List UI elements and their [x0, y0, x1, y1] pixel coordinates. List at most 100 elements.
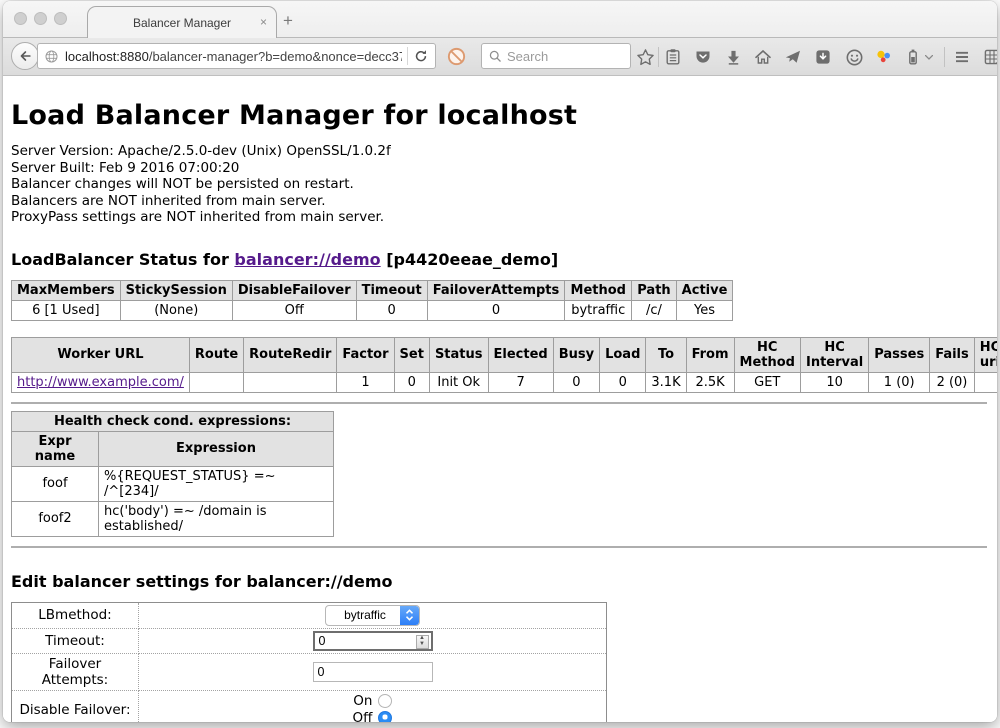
downloads-icon[interactable] [722, 46, 744, 68]
lbmethod-label: LBmethod: [12, 602, 139, 628]
new-tab-button[interactable]: + [283, 11, 293, 31]
cell-hc-method: GET [734, 372, 800, 392]
col-disablefailover: DisableFailover [232, 280, 356, 300]
reload-button[interactable] [413, 48, 429, 64]
worker-url-link[interactable]: http://www.example.com/ [17, 375, 184, 390]
pocket-icon[interactable] [692, 46, 714, 68]
battery-extension-icon[interactable] [902, 46, 924, 68]
server-info: Server Version: Apache/2.5.0-dev (Unix) … [11, 143, 989, 226]
cell-to: 3.1K [646, 372, 686, 392]
table-row: 6 [1 Used] (None) Off 0 0 bytraffic /c/ … [12, 300, 733, 320]
cell-failoverattempts: 0 [427, 300, 565, 320]
overflow-caret-icon[interactable] [922, 46, 936, 68]
number-stepper[interactable]: ▲▼ [416, 635, 429, 649]
cell-expression: %{REQUEST_STATUS} =~ /^[234]/ [99, 466, 334, 501]
cell-from: 2.5K [686, 372, 734, 392]
cell-hc-uri [974, 372, 997, 392]
horizontal-rule [11, 402, 987, 404]
col-expression: Expression [99, 431, 334, 466]
cell-stickysession: (None) [120, 300, 232, 320]
cell-expr-name: foof2 [12, 501, 99, 536]
worker-table: Worker URL Route RouteRedir Factor Set S… [11, 337, 997, 393]
radio-on-label: On [353, 693, 372, 709]
disable-failover-label: Disable Failover: [12, 690, 139, 722]
cell-disablefailover: Off [232, 300, 356, 320]
col-fails: Fails [930, 337, 975, 372]
search-bar[interactable]: Search [481, 43, 631, 69]
colored-dots-extension-icon[interactable] [873, 46, 895, 68]
url-text[interactable]: localhost:8880/balancer-manager?b=demo&n… [65, 49, 402, 64]
radio-off-label: Off [353, 710, 373, 722]
timeout-input[interactable]: 0 ▲▼ [313, 631, 433, 651]
radio-off[interactable] [378, 711, 392, 722]
balancer-settings-form: LBmethod: bytraffic Timeout: [11, 602, 607, 723]
window-minimize-button[interactable] [34, 12, 47, 25]
url-path: /balancer-manager?b=demo&nonce=decc37be-… [149, 49, 402, 64]
col-hc-from: From [686, 337, 734, 372]
lbmethod-select[interactable]: bytraffic [325, 605, 420, 626]
col-elected: Elected [488, 337, 553, 372]
worker-row: http://www.example.com/ 1 0 Init Ok 7 0 … [12, 372, 998, 392]
failover-attempts-value: 0 [318, 665, 325, 679]
smiley-extension-icon[interactable] [843, 46, 865, 68]
col-factor: Factor [337, 337, 394, 372]
table-header-row: Expr name Expression [12, 431, 334, 466]
tab-balancer-manager[interactable]: Balancer Manager × [87, 6, 277, 38]
browser-window: Balancer Manager × + localhost:8880/bala… [3, 1, 997, 722]
window-zoom-button[interactable] [54, 12, 67, 25]
cell-status: Init Ok [429, 372, 488, 392]
col-stickysession: StickySession [120, 280, 232, 300]
cell-active: Yes [676, 300, 733, 320]
url-bar[interactable]: localhost:8880/balancer-manager?b=demo&n… [37, 43, 436, 69]
cell-passes: 1 (0) [869, 372, 930, 392]
bookmarks-clipboard-icon[interactable] [662, 46, 684, 68]
proxypass-note-line: ProxyPass settings are NOT inherited fro… [11, 209, 989, 226]
tab-title: Balancer Manager [133, 16, 231, 30]
back-button[interactable] [11, 42, 39, 70]
col-expr-name: Expr name [12, 431, 99, 466]
grid-notes-extension-icon[interactable] [981, 46, 997, 68]
cell-elected: 7 [488, 372, 553, 392]
hamburger-menu-icon[interactable] [951, 46, 973, 68]
extension-square-download-icon[interactable] [812, 46, 834, 68]
site-identity-globe-icon[interactable] [44, 49, 59, 64]
server-built-line: Server Built: Feb 9 2016 07:00:20 [11, 160, 989, 177]
cell-hc-interval: 10 [800, 372, 868, 392]
failover-attempts-input[interactable]: 0 [313, 662, 433, 682]
window-close-button[interactable] [14, 12, 27, 25]
horizontal-rule [11, 546, 987, 548]
disable-failover-row: Disable Failover: On Off [12, 690, 607, 722]
cell-timeout: 0 [356, 300, 427, 320]
bookmark-star-icon[interactable] [634, 46, 656, 68]
timeout-row: Timeout: 0 ▲▼ [12, 628, 607, 653]
cell-set: 0 [394, 372, 429, 392]
content-blocker-icon[interactable] [446, 46, 467, 67]
col-routeredir: RouteRedir [244, 337, 337, 372]
status-heading-suffix: [p4420eeae_demo] [381, 250, 559, 269]
timeout-value: 0 [319, 634, 326, 648]
cell-routeredir [244, 372, 337, 392]
balancer-demo-link[interactable]: balancer://demo [234, 250, 380, 269]
radio-on[interactable] [378, 694, 392, 708]
cell-maxmembers: 6 [1 Used] [12, 300, 121, 320]
home-icon[interactable] [752, 46, 774, 68]
send-plane-icon[interactable] [782, 46, 804, 68]
health-table-title: Health check cond. expressions: [12, 411, 334, 431]
tab-close-icon[interactable]: × [260, 15, 267, 29]
col-to: To [646, 337, 686, 372]
status-heading-prefix: LoadBalancer Status for [11, 250, 234, 269]
balancer-status-table: MaxMembers StickySession DisableFailover… [11, 280, 733, 321]
select-arrows-icon [400, 606, 419, 625]
col-worker-url: Worker URL [12, 337, 190, 372]
page-viewport: Load Balancer Manager for localhost Serv… [3, 76, 997, 722]
col-set: Set [394, 337, 429, 372]
health-check-table: Health check cond. expressions: Expr nam… [11, 411, 334, 537]
cell-method: bytraffic [565, 300, 632, 320]
loadbalancer-status-heading: LoadBalancer Status for balancer://demo … [11, 250, 989, 269]
lbmethod-selected-value: bytraffic [326, 606, 400, 625]
inherit-note-line: Balancers are NOT inherited from main se… [11, 193, 989, 210]
toolbar-separator [944, 47, 945, 67]
cell-busy: 0 [553, 372, 599, 392]
lbmethod-row: LBmethod: bytraffic [12, 602, 607, 628]
col-load: Load [600, 337, 646, 372]
